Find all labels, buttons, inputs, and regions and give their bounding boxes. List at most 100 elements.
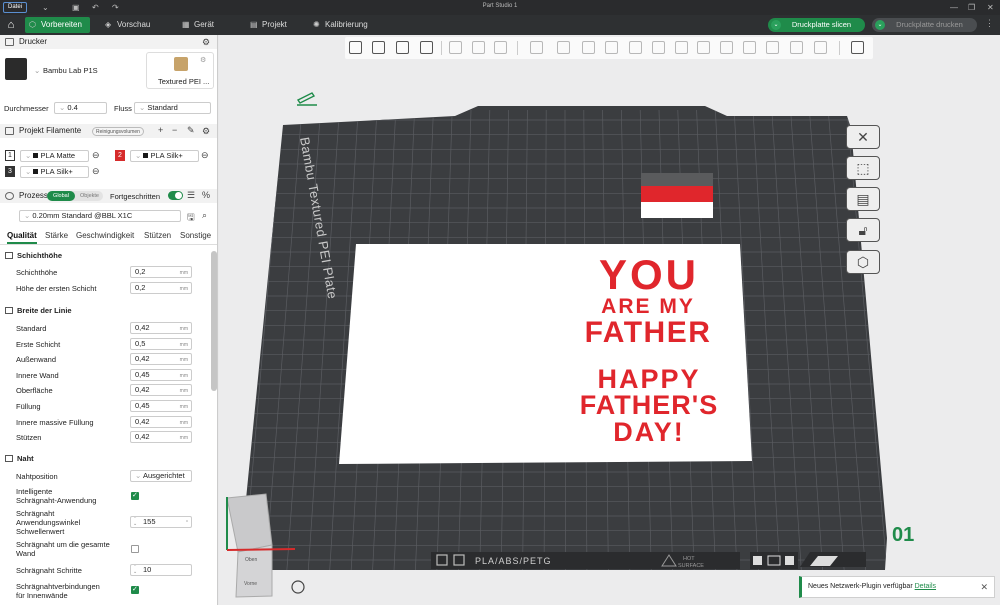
add-icon[interactable]: + (158, 125, 163, 135)
gear-icon[interactable]: ⚙ (202, 37, 210, 48)
global-object-toggle[interactable]: Global Objekte (47, 191, 103, 201)
trash-icon[interactable] (753, 556, 762, 565)
trash-icon[interactable] (785, 556, 794, 565)
plate-selector[interactable]: ⚙ Textured PEI ... (146, 52, 214, 89)
mesh-boolean-icon[interactable] (652, 41, 665, 54)
close-icon[interactable]: ✕ (987, 2, 994, 13)
line-width-input[interactable]: 0,42 mm (130, 322, 192, 334)
lay-on-face-icon[interactable] (605, 41, 618, 54)
filament-select[interactable]: ⌄ PLA Matte (20, 150, 89, 162)
lock-plate-icon[interactable]: 🔓︎ (846, 218, 880, 242)
save-preset-icon[interactable]: 🖫 (187, 210, 195, 226)
fit-view-icon[interactable] (291, 580, 305, 594)
chevron-down-icon[interactable]: ⌄ (771, 20, 781, 30)
line-width-input[interactable]: 0,42 mm (130, 431, 192, 444)
tab-strength[interactable]: Stärke (45, 231, 68, 240)
settings-icon[interactable]: ⚙ (200, 56, 206, 64)
view-settings-icon[interactable] (851, 41, 864, 54)
restore-icon[interactable]: ❐ (968, 2, 975, 13)
move-icon[interactable] (530, 41, 543, 54)
expand-icon[interactable]: ⋮ (985, 18, 994, 29)
search-icon[interactable]: ⌕ (202, 210, 207, 221)
text-icon[interactable] (720, 41, 733, 54)
printer-name[interactable]: Bambu Lab P1S (43, 66, 98, 75)
tab-speed[interactable]: Geschwindigkeit (76, 231, 134, 240)
percent-icon[interactable]: % (202, 190, 210, 200)
color-paint-icon[interactable] (743, 41, 756, 54)
view-cube-top[interactable] (226, 493, 273, 553)
tab-calibration[interactable]: ✺ Kalibrierung (309, 17, 368, 33)
edit-pen-icon[interactable] (296, 92, 317, 106)
scarf-inner-walls-checkbox[interactable] (131, 586, 139, 594)
list-icon[interactable]: ☰ (187, 190, 195, 201)
rotate-icon[interactable] (557, 41, 570, 54)
tab-others[interactable]: Sonstige (180, 231, 211, 240)
print-plate-button[interactable]: ⌄ Druckplatte drucken (872, 18, 977, 32)
fit-icon[interactable] (814, 41, 827, 54)
plate-settings-icon[interactable]: ⬡ (846, 250, 880, 274)
paste-icon[interactable] (472, 41, 485, 54)
arrange-icon[interactable] (420, 41, 433, 54)
cut-icon[interactable] (629, 41, 642, 54)
seam-paint-icon[interactable] (697, 41, 710, 54)
purge-volume-button[interactable]: Reinigungsvolumen (92, 127, 144, 136)
support-paint-icon[interactable] (675, 41, 688, 54)
layer-height-input[interactable]: 0,2 mm (130, 266, 192, 278)
auto-orient-plate-icon[interactable]: ⬚ (846, 156, 880, 180)
gear-icon[interactable]: ⚙ (202, 126, 210, 137)
arrange-plate-icon[interactable]: ▤ (846, 187, 880, 211)
filament-settings-icon[interactable]: ⊖ (201, 150, 209, 161)
advanced-switch[interactable] (168, 191, 183, 200)
add-plate-icon[interactable] (372, 41, 385, 54)
objects-toggle[interactable]: Objekte (76, 191, 103, 201)
line-width-input[interactable]: 0,5 mm (130, 337, 192, 350)
scarf-angle-spinbox[interactable]: ⌃ ⌄ 155 ° (130, 516, 192, 528)
diameter-select[interactable]: ⌄ 0.4 (54, 102, 107, 114)
tab-project[interactable]: ▤ Projekt (246, 17, 287, 33)
home-icon[interactable]: ⌂ (3, 17, 19, 33)
close-icon[interactable]: ✕ (980, 577, 988, 597)
scrollbar[interactable] (211, 251, 217, 391)
chevron-down-icon[interactable]: ⌄ (875, 20, 885, 30)
scarf-steps-spinbox[interactable]: ⌃ ⌄ 10 (130, 564, 192, 576)
flag-stripe-black[interactable] (641, 173, 713, 186)
filament-select[interactable]: ⌄ PLA Silk+ (130, 150, 199, 162)
minimize-icon[interactable]: — (950, 2, 958, 13)
tab-prepare[interactable]: ⬡ Vorbereiten (25, 17, 90, 33)
tab-quality[interactable]: Qualität (7, 231, 37, 244)
chevron-down-icon[interactable]: ⌄ (34, 66, 40, 75)
smart-scarf-checkbox[interactable] (131, 492, 139, 500)
line-width-input[interactable]: 0,42 mm (130, 415, 192, 428)
add-object-icon[interactable] (349, 41, 362, 54)
line-width-input[interactable]: 0,42 mm (130, 384, 192, 397)
remove-icon[interactable]: − (172, 125, 177, 135)
filament-settings-icon[interactable]: ⊖ (92, 166, 100, 177)
tab-preview[interactable]: ◈ Vorschau (101, 17, 150, 33)
line-width-input[interactable]: 0,42 mm (130, 353, 192, 366)
notification-details-link[interactable]: Details (915, 583, 936, 590)
line-width-input[interactable]: 0,45 mm (130, 368, 192, 381)
layers-icon[interactable] (494, 41, 507, 54)
delete-plate-icon[interactable]: ✕ (846, 125, 880, 149)
plate-number[interactable]: 01 (892, 524, 914, 546)
edit-icon[interactable]: ✎ (187, 125, 195, 136)
process-preset-select[interactable]: ⌄ 0.20mm Standard @BBL X1C (19, 210, 181, 222)
line-width-input[interactable]: 0,45 mm (130, 400, 192, 412)
assembly-icon[interactable] (790, 41, 803, 54)
flow-select[interactable]: ⌄ Standard (134, 102, 211, 114)
auto-orient-icon[interactable] (396, 41, 409, 54)
flag-stripe-white[interactable] (641, 202, 713, 218)
seam-position-select[interactable]: ⌄ Ausgerichtet (130, 470, 192, 482)
tab-device[interactable]: ▦ Gerät (178, 17, 214, 33)
global-toggle[interactable]: Global (47, 191, 75, 201)
measure-icon[interactable] (766, 41, 779, 54)
view-cube-front[interactable] (235, 544, 273, 598)
filament-settings-icon[interactable]: ⊖ (92, 150, 100, 161)
filament-select[interactable]: ⌄ PLA Silk+ (20, 166, 89, 178)
flag-stripe-red[interactable] (641, 186, 713, 202)
slice-plate-button[interactable]: ⌄ Druckplatte slicen (768, 18, 865, 32)
first-layer-height-input[interactable]: 0,2 mm (130, 282, 192, 294)
tab-supports[interactable]: Stützen (144, 231, 171, 240)
build-plate-scene[interactable]: Bambu Textured PEI Plate 01 PLA/ABS/PETG… (219, 35, 1000, 605)
scale-icon[interactable] (582, 41, 595, 54)
